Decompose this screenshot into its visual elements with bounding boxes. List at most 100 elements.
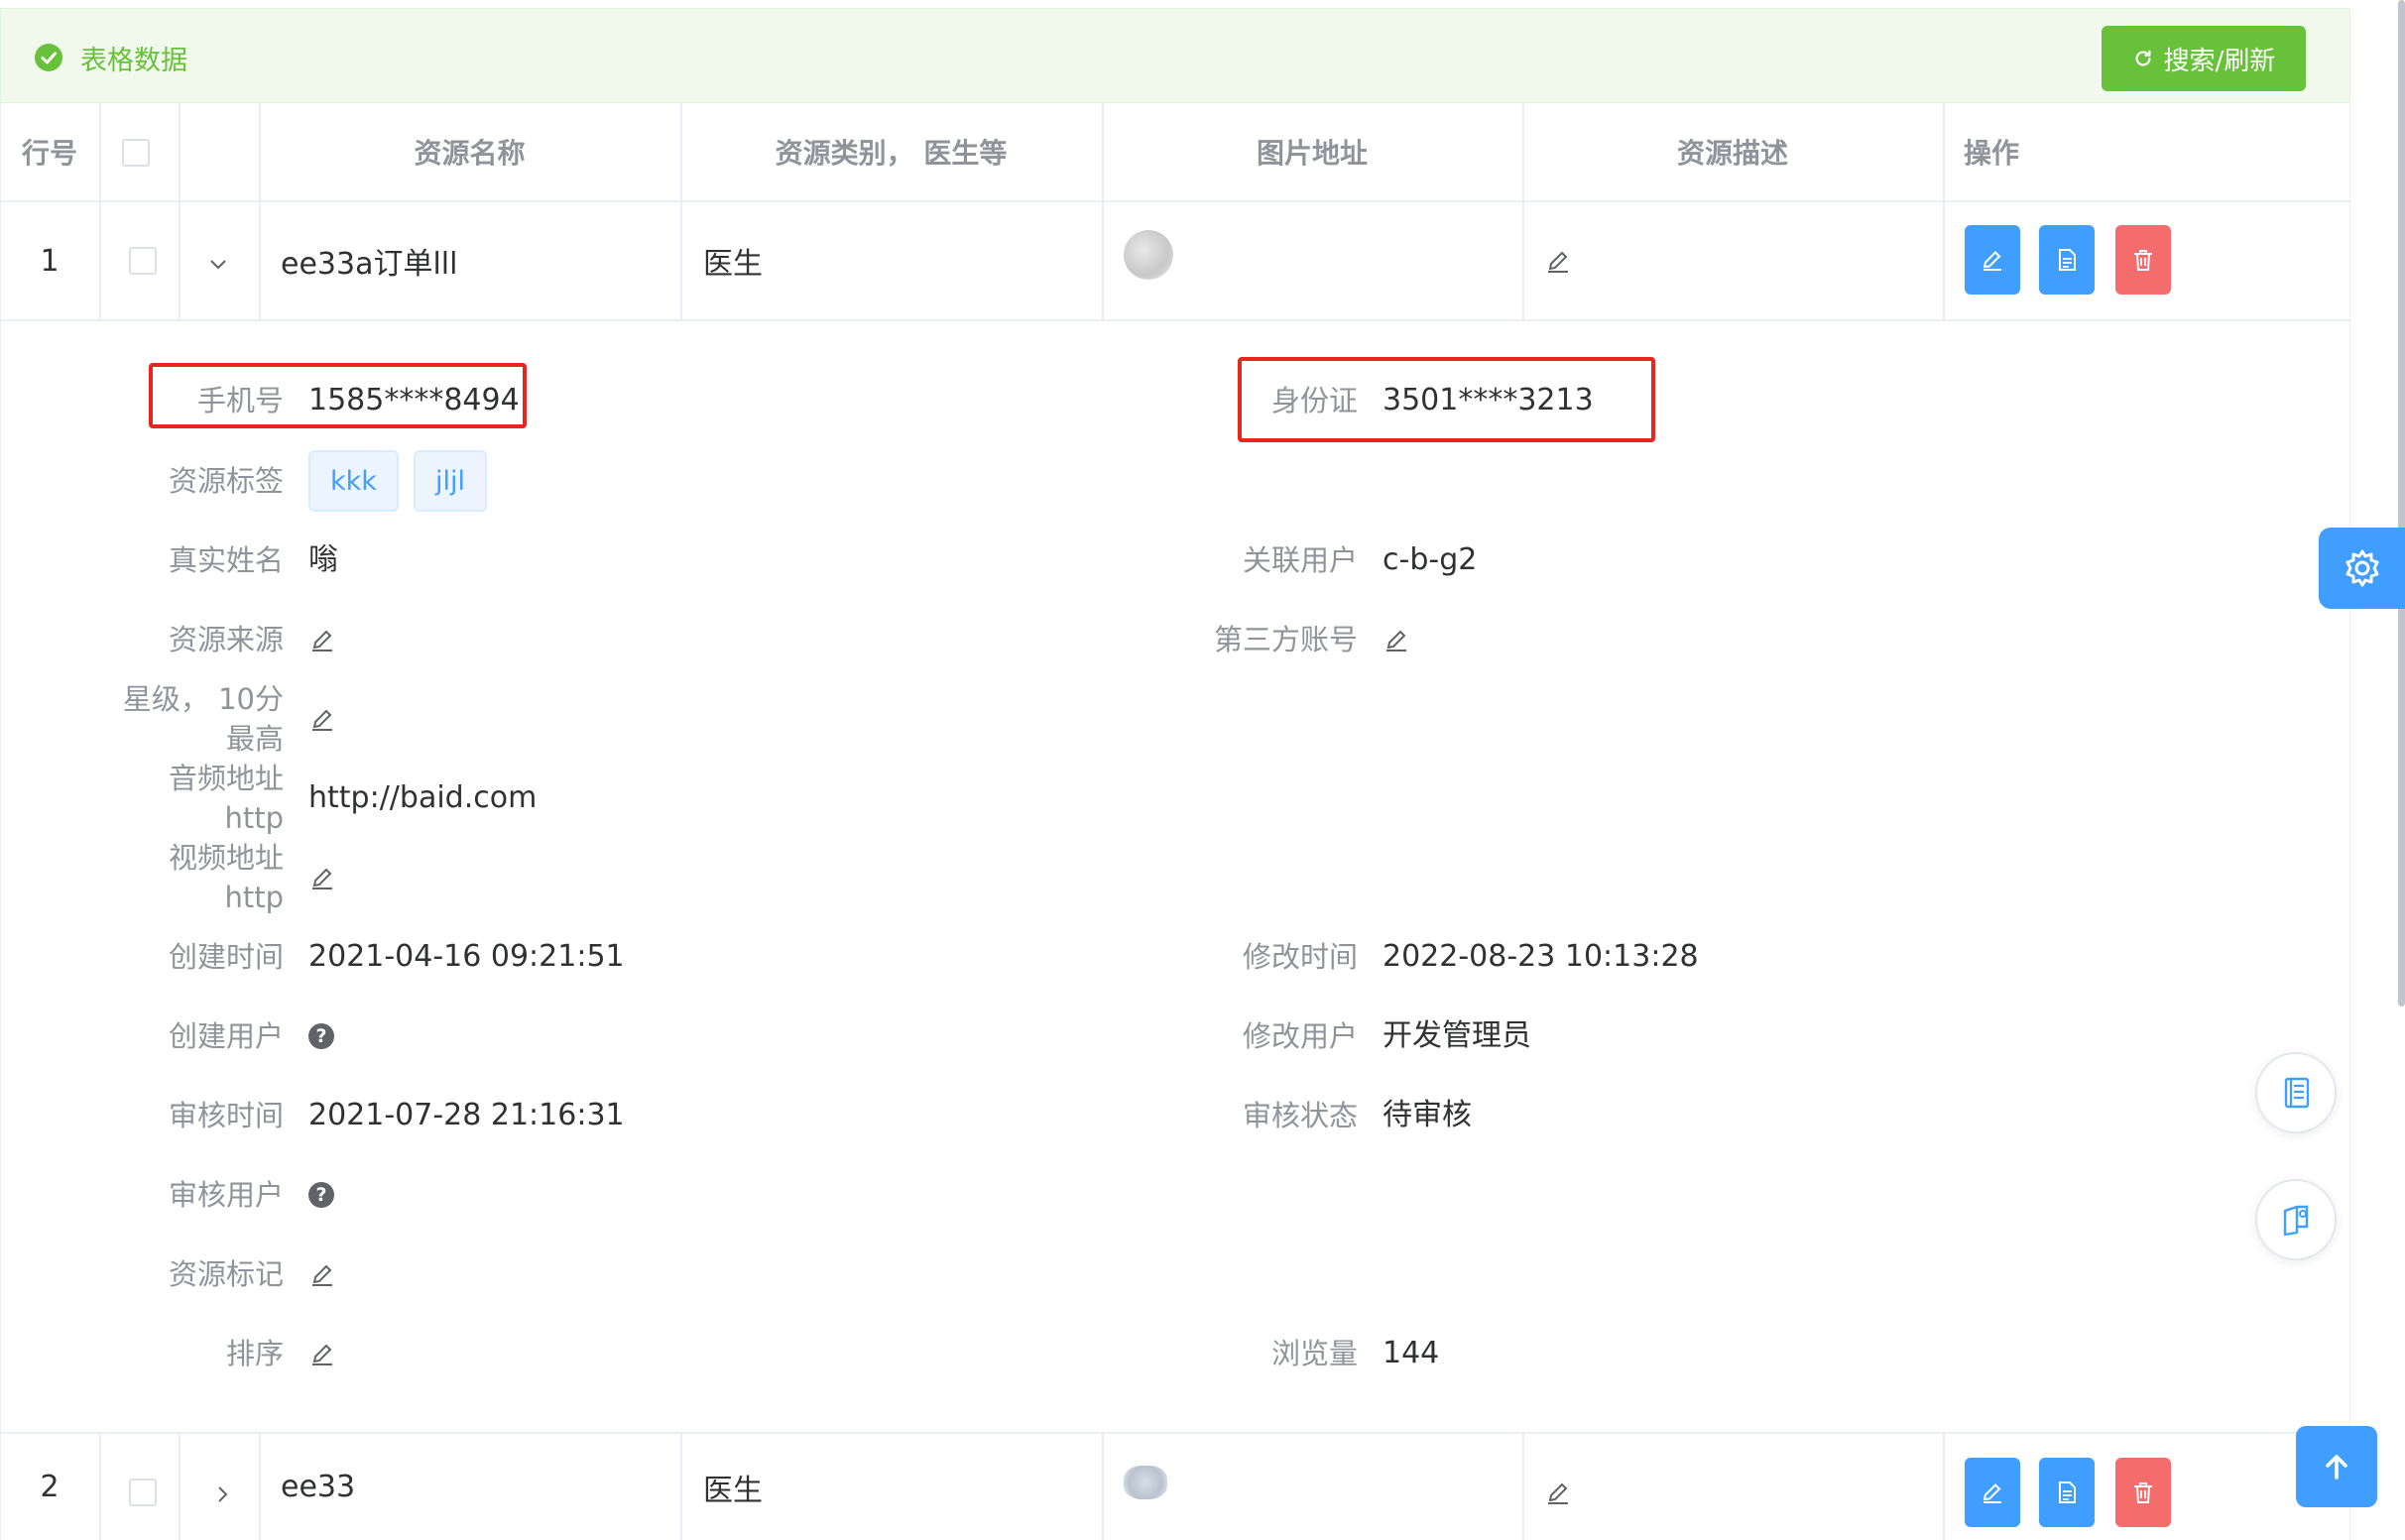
video-label-line1: 视频地址 <box>168 841 284 875</box>
notebook-icon <box>2284 1077 2310 1109</box>
source-label: 资源来源 <box>168 623 284 656</box>
resource-category: 医生 <box>703 1473 763 1508</box>
resource-category: 医生 <box>703 247 763 282</box>
created-time-value: 2021-04-16 09:21:51 <box>308 939 625 974</box>
edit-pencil-icon <box>1544 1479 1572 1506</box>
sort-pencil-icon <box>308 1340 336 1367</box>
gear-icon <box>2345 549 2378 587</box>
success-check-icon <box>35 44 62 71</box>
search-refresh-button[interactable]: 搜索/刷新 <box>2102 26 2306 91</box>
created-user-label: 创建用户 <box>168 1019 284 1053</box>
delete-button[interactable] <box>2115 1458 2171 1527</box>
column-divider <box>179 1432 180 1540</box>
column-divider <box>259 1432 261 1540</box>
views-value: 144 <box>1383 1336 1440 1370</box>
edit-pencil-icon <box>1544 247 1572 275</box>
row-checkbox[interactable] <box>129 247 157 275</box>
row-checkbox[interactable] <box>129 1479 157 1506</box>
search-refresh-label: 搜索/刷新 <box>2163 46 2276 76</box>
audio-label-line2: http <box>224 801 284 835</box>
chevron-down-icon[interactable] <box>203 250 233 280</box>
audit-user-label: 审核用户 <box>168 1178 284 1212</box>
column-divider <box>1943 103 1945 319</box>
column-header-row-no: 行号 <box>21 137 77 170</box>
idcard-label: 身份证 <box>1270 384 1358 417</box>
resource-tag: kkk <box>308 450 399 512</box>
audit-status-value: 待审核 <box>1383 1098 1472 1132</box>
notes-button[interactable] <box>2255 1052 2337 1133</box>
source-pencil-icon <box>308 626 336 653</box>
question-circle-icon: ? <box>308 1182 334 1208</box>
phone-value: 1585****8494 <box>308 383 520 417</box>
resource-name: ee33 <box>281 1470 356 1504</box>
row-number: 2 <box>40 1470 60 1504</box>
trash-icon <box>2134 250 2152 271</box>
modified-user-label: 修改用户 <box>1242 1019 1358 1053</box>
column-divider <box>1943 1432 1945 1540</box>
sort-label: 排序 <box>225 1337 284 1370</box>
arrow-up-icon <box>2326 1455 2347 1480</box>
column-header-category[interactable]: 资源类别， 医生等 <box>680 103 1102 200</box>
chevron-right-icon[interactable] <box>208 1480 238 1509</box>
modified-user-value: 开发管理员 <box>1383 1018 1531 1053</box>
created-time-label: 创建时间 <box>168 940 284 974</box>
phone-label: 手机号 <box>196 384 284 417</box>
audit-time-value: 2021-07-28 21:16:31 <box>308 1098 625 1132</box>
edit-button[interactable] <box>1965 1458 2020 1527</box>
video-pencil-icon <box>308 864 336 891</box>
column-divider <box>1102 1432 1104 1540</box>
idcard-value: 3501****3213 <box>1383 383 1594 417</box>
star-label-line2: 最高 <box>225 722 284 756</box>
linked-user-label: 关联用户 <box>1242 543 1358 577</box>
edit-button[interactable] <box>1965 225 2020 295</box>
view-detail-button[interactable] <box>2039 1458 2095 1527</box>
refresh-icon <box>2135 50 2151 66</box>
column-divider <box>99 103 101 319</box>
table-title: 表格数据 <box>80 46 187 76</box>
column-divider <box>680 1432 682 1540</box>
table-header-bar: 表格数据 搜索/刷新 <box>0 8 2350 103</box>
modified-time-label: 修改时间 <box>1242 940 1358 974</box>
select-all-checkbox[interactable] <box>122 139 150 167</box>
document-icon <box>2059 249 2076 271</box>
row-number: 1 <box>40 243 60 279</box>
column-header-description[interactable]: 资源描述 <box>1522 103 1943 200</box>
column-divider <box>179 103 180 319</box>
delete-button[interactable] <box>2115 225 2171 295</box>
edit-icon <box>1983 1483 2001 1503</box>
linked-user-value: c-b-g2 <box>1383 542 1478 577</box>
modified-time-value: 2022-08-23 10:13:28 <box>1383 939 1699 974</box>
column-header-image[interactable]: 图片地址 <box>1102 103 1522 200</box>
book-button[interactable] <box>2255 1179 2337 1260</box>
edit-icon <box>1983 251 2001 271</box>
back-to-top-button[interactable] <box>2296 1426 2377 1507</box>
resource-mark-pencil-icon <box>308 1260 336 1288</box>
view-detail-button[interactable] <box>2039 225 2095 295</box>
audio-value: http://baid.com <box>308 780 538 815</box>
audio-label-line1: 音频地址 <box>168 762 284 795</box>
realname-label: 真实姓名 <box>168 543 284 577</box>
realname-value: 嗡 <box>308 542 338 577</box>
star-label-line1: 星级， 10分 <box>122 682 284 716</box>
settings-button[interactable] <box>2319 528 2405 609</box>
question-circle-icon: ? <box>308 1023 334 1049</box>
row-divider <box>0 319 2350 321</box>
video-label-line2: http <box>224 881 284 914</box>
resource-tag: jljl <box>414 450 488 512</box>
audit-status-label: 审核状态 <box>1242 1099 1358 1132</box>
column-header-name[interactable]: 资源名称 <box>259 103 680 200</box>
column-divider <box>99 1432 101 1540</box>
audit-time-label: 审核时间 <box>168 1099 284 1132</box>
resource-thumbnail-image[interactable] <box>1124 1466 1167 1499</box>
column-divider <box>1522 1432 1524 1540</box>
vertical-scrollbar[interactable] <box>2398 0 2405 1007</box>
tags-label: 资源标签 <box>168 464 284 498</box>
column-header-actions: 操作 <box>1964 137 2020 170</box>
views-label: 浏览量 <box>1270 1337 1358 1370</box>
document-icon <box>2059 1481 2076 1503</box>
resource-mark-label: 资源标记 <box>168 1257 284 1291</box>
book-icon <box>2283 1205 2309 1237</box>
resource-thumbnail-image[interactable] <box>1124 230 1173 280</box>
trash-icon <box>2134 1482 2152 1503</box>
resource-name: ee33a订单lll <box>281 247 458 282</box>
